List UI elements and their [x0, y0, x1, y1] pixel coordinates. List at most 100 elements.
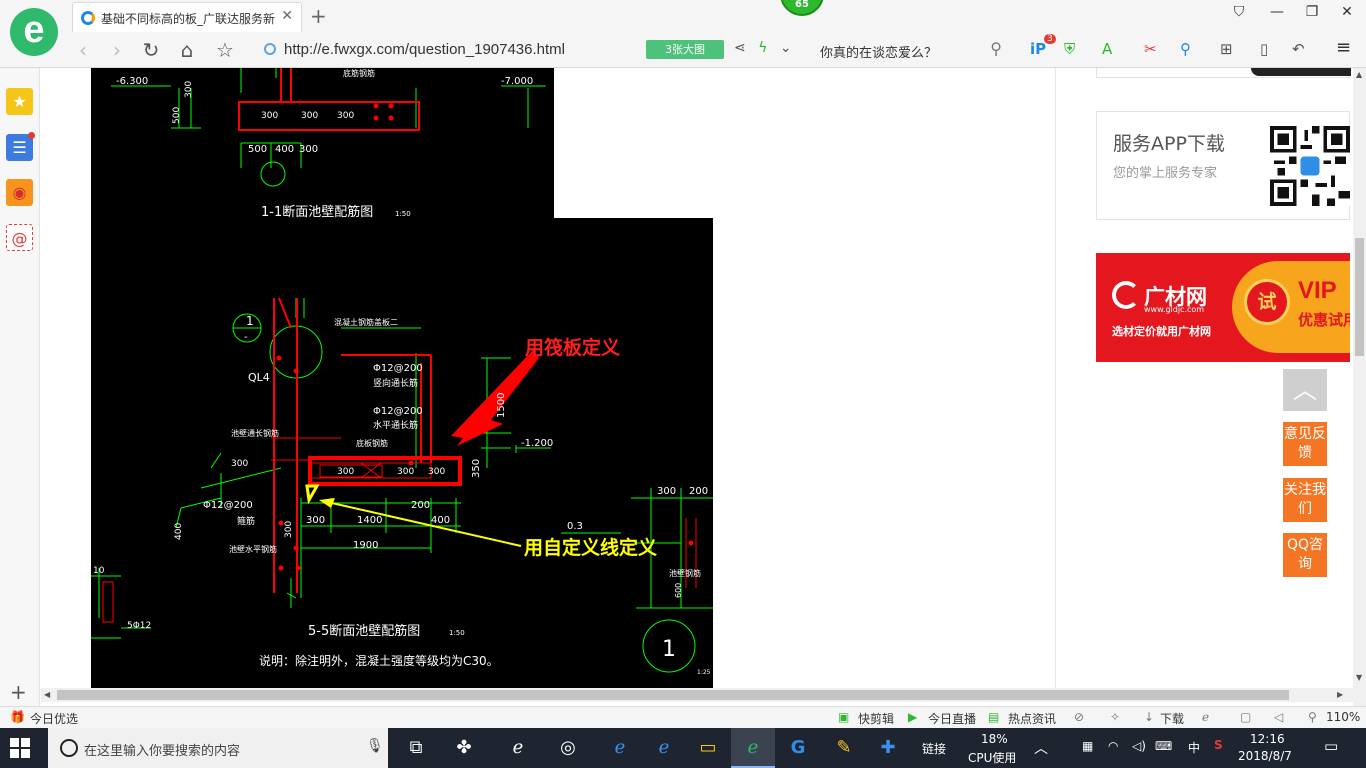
minimize-button[interactable]: —: [1262, 4, 1292, 20]
add-sidebar-item-button[interactable]: +: [10, 680, 27, 704]
translate-icon[interactable]: A: [1102, 40, 1112, 58]
edge-taskbar-icon[interactable]: ℯ: [598, 728, 642, 768]
volume-icon[interactable]: ◁): [1132, 739, 1146, 753]
share-icon[interactable]: ⋖: [734, 40, 746, 56]
refresh-button[interactable]: ↻: [138, 38, 164, 62]
close-window-button[interactable]: ✕: [1332, 4, 1362, 20]
horizontal-scrollbar[interactable]: ◀ ▶: [41, 688, 1353, 702]
magnifier-icon[interactable]: ⚲: [1180, 40, 1191, 58]
active-browser-taskbar-icon[interactable]: ℯ: [731, 728, 775, 768]
search-icon[interactable]: ⚲: [990, 39, 1002, 58]
ime-indicator[interactable]: 中: [1188, 739, 1200, 756]
scroll-left-icon[interactable]: ◀: [44, 690, 50, 699]
app-download-title: 服务APP下载: [1113, 133, 1225, 155]
mail-icon[interactable]: @: [6, 224, 33, 251]
keyboard-icon[interactable]: ⌨: [1155, 739, 1172, 753]
shield-icon[interactable]: ⛨: [1064, 40, 1075, 58]
ip-extension-icon[interactable]: iP: [1030, 40, 1046, 58]
search-box[interactable]: 你真的在谈恋爱么？ ⚲: [808, 37, 1008, 63]
task-view-icon[interactable]: ⧉: [394, 728, 438, 768]
video-edit-icon[interactable]: ▣: [838, 710, 849, 724]
chevron-down-icon[interactable]: ⌄: [780, 40, 792, 56]
dim-1500: 1500: [496, 393, 507, 418]
window-icon[interactable]: ▢: [1240, 710, 1251, 724]
fan-app-icon[interactable]: ✤: [442, 728, 486, 768]
menu-icon[interactable]: ≡: [1336, 37, 1351, 58]
home-button[interactable]: ⌂: [174, 38, 200, 62]
cleanup-icon[interactable]: ✧: [1110, 710, 1120, 724]
reading-mode-icon[interactable]: ▯: [1260, 40, 1268, 58]
app-download-card[interactable]: 服务APP下载 您的掌上服务专家: [1096, 111, 1350, 220]
ie-mode-icon[interactable]: ℯ: [1202, 710, 1209, 724]
rebar-1: Φ12@200: [373, 363, 423, 374]
ad-vip-sub: 优惠试用: [1298, 311, 1350, 329]
scroll-right-icon[interactable]: ▶: [1337, 690, 1343, 699]
live-play-icon[interactable]: ▶: [908, 710, 917, 724]
big-image-button[interactable]: 3张大图: [646, 40, 724, 59]
sogou-icon[interactable]: S: [1214, 738, 1223, 752]
windows-start-icon[interactable]: [10, 738, 30, 758]
scroll-up-icon[interactable]: ▲: [1356, 70, 1362, 79]
360-browser-taskbar-icon[interactable]: ℯ: [496, 728, 540, 768]
gldjc-ad-banner[interactable]: 广材网 www.gldjc.com 选材定价就用广材网 试 VIP 优惠试用: [1096, 253, 1350, 362]
vertical-scrollbar[interactable]: ▲ ▼: [1353, 68, 1366, 706]
zoom-icon[interactable]: ⚲: [1308, 710, 1317, 724]
file-explorer-icon[interactable]: ▭: [686, 728, 730, 768]
status-item-kuaijianji[interactable]: 快剪辑: [858, 710, 894, 727]
notifications-icon[interactable]: ▭: [1324, 737, 1338, 755]
feedback-button[interactable]: 意见反馈: [1283, 422, 1327, 466]
scissors-icon[interactable]: ✂: [1144, 40, 1157, 58]
clock-date[interactable]: 2018/8/7: [1238, 749, 1292, 763]
back-to-top-button[interactable]: ︿: [1283, 369, 1327, 411]
zoom-level[interactable]: 110%: [1326, 710, 1360, 724]
today-picks[interactable]: 今日优选: [30, 710, 78, 727]
tool-taskbar-icon[interactable]: ✚: [866, 728, 910, 768]
hot-news-icon[interactable]: ▤: [988, 710, 999, 724]
chrome-like-taskbar-icon[interactable]: ◎: [546, 728, 590, 768]
apps-grid-icon[interactable]: ⊞: [1220, 40, 1233, 58]
wifi-icon[interactable]: ◠: [1108, 739, 1118, 753]
weibo-icon[interactable]: ◉: [6, 179, 33, 206]
address-bar[interactable]: http://e.fwxgx.com/question_1907436.html: [260, 37, 810, 63]
gift-icon[interactable]: 🎁: [10, 710, 25, 724]
cpu-percent: 18%: [981, 732, 1008, 746]
notes-taskbar-icon[interactable]: ✎: [822, 728, 866, 768]
vertical-scroll-thumb[interactable]: [1355, 238, 1364, 356]
download-arrow-icon[interactable]: ↓: [1144, 710, 1154, 724]
lightning-icon[interactable]: ϟ: [758, 40, 767, 56]
ie-taskbar-icon[interactable]: ℯ: [642, 728, 686, 768]
skin-icon[interactable]: ⛉: [1224, 4, 1254, 20]
tray-expand-icon[interactable]: ︿: [1034, 738, 1048, 758]
cpu-label: CPU使用: [968, 751, 1017, 765]
browser-tab[interactable]: 基础不同标高的板_广联达服务新 ✕: [72, 2, 302, 32]
taskbar-search-box[interactable]: 在这里输入你要搜索的内容 🎙: [48, 728, 388, 768]
status-item-live[interactable]: 今日直播: [928, 710, 976, 727]
favorite-star-button[interactable]: ☆: [212, 38, 238, 62]
favorites-icon[interactable]: ★: [6, 88, 33, 115]
slab-dim-2: 300: [397, 467, 414, 477]
new-tab-button[interactable]: +: [310, 4, 327, 28]
tab-close-icon[interactable]: ✕: [281, 8, 293, 24]
clock-time[interactable]: 12:16: [1250, 732, 1285, 746]
horizontal-scroll-thumb[interactable]: [57, 690, 1289, 700]
maximize-button[interactable]: ❐: [1297, 4, 1327, 20]
mute-icon[interactable]: ◁: [1274, 710, 1283, 724]
qr-code-image[interactable]: [1270, 126, 1350, 206]
network-tray-icon[interactable]: ▦: [1082, 739, 1093, 753]
back-button[interactable]: ‹: [70, 38, 96, 62]
speed-icon[interactable]: ⊘: [1074, 710, 1084, 724]
microphone-icon[interactable]: 🎙: [366, 738, 384, 754]
forward-button[interactable]: ›: [104, 38, 130, 62]
browser-logo[interactable]: e: [10, 8, 58, 56]
site-info-icon[interactable]: [264, 43, 276, 55]
ad-slogan: 选材定价就用广材网: [1112, 325, 1211, 338]
score-badge[interactable]: 65: [780, 0, 824, 16]
glodon-taskbar-icon[interactable]: G: [776, 728, 820, 768]
link-toolbar[interactable]: 链接: [922, 740, 946, 757]
undo-icon[interactable]: ↶: [1292, 40, 1305, 58]
status-item-hotnews[interactable]: 热点资讯: [1008, 710, 1056, 727]
status-item-download[interactable]: 下载: [1160, 710, 1184, 727]
qq-consult-button[interactable]: QQ咨询: [1283, 533, 1327, 577]
follow-us-button[interactable]: 关注我们: [1283, 478, 1327, 522]
scroll-down-icon[interactable]: ▼: [1356, 673, 1362, 682]
